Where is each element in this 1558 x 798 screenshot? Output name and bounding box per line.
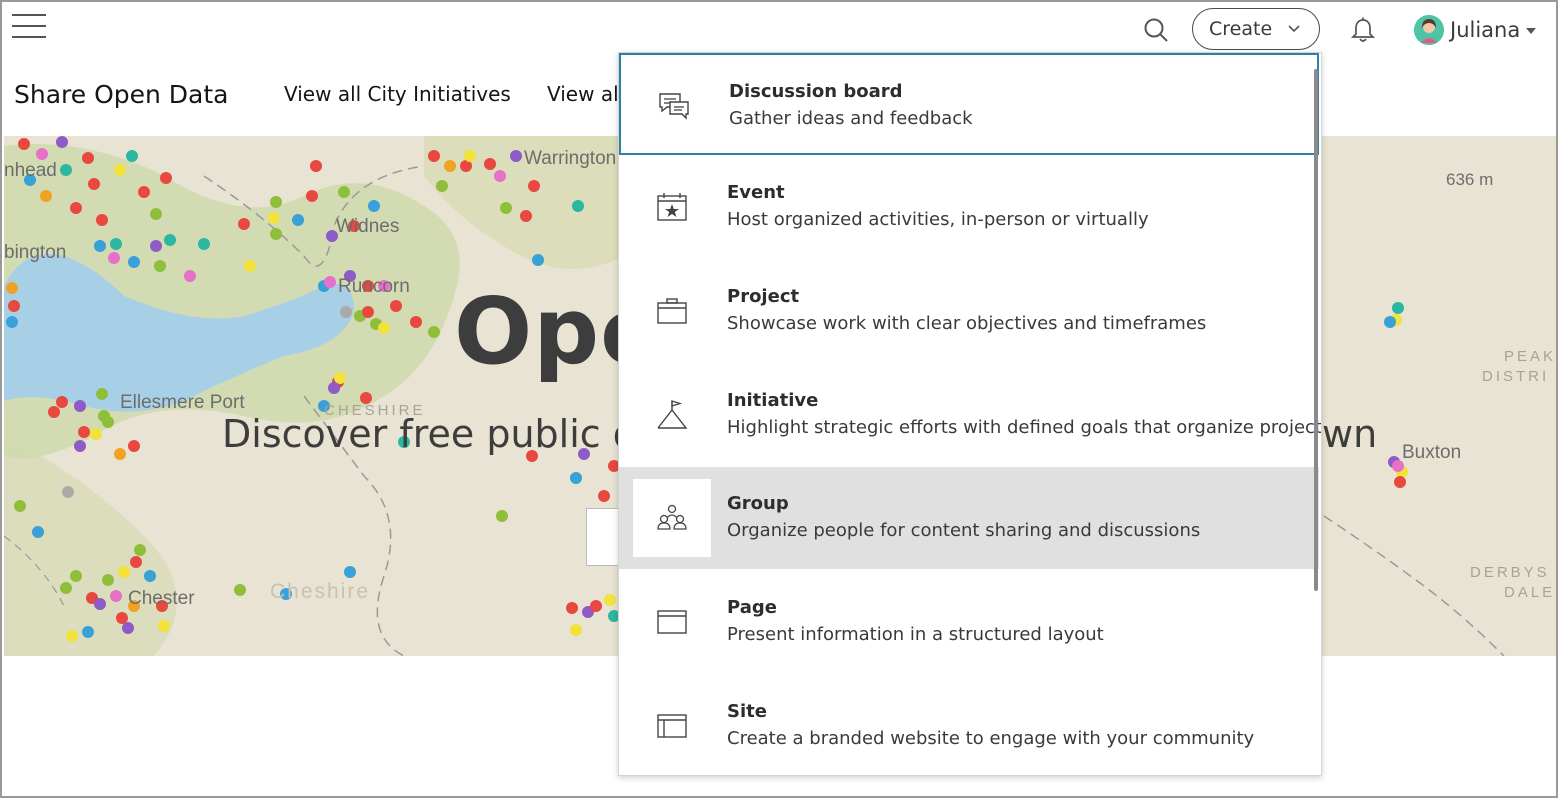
menu-item-site[interactable]: Site Create a branded website to engage … xyxy=(619,675,1319,775)
menu-item-description: Gather ideas and feedback xyxy=(729,108,973,129)
user-menu[interactable]: Juliana xyxy=(1414,14,1537,46)
create-dropdown-menu: Discussion board Gather ideas and feedba… xyxy=(618,52,1322,776)
menu-item-description: Highlight strategic efforts with defined… xyxy=(727,417,1322,438)
map-label: DALE xyxy=(1504,584,1556,601)
dropdown-scrollbar[interactable] xyxy=(1314,69,1318,591)
menu-item-page[interactable]: Page Present information in a structured… xyxy=(619,571,1319,673)
map-label: Widnes xyxy=(336,216,400,237)
map-label: PEAK xyxy=(1504,348,1557,365)
map-label: Cheshire xyxy=(270,580,371,603)
caret-down-icon xyxy=(1526,28,1537,34)
discussion-icon xyxy=(635,67,713,145)
menu-item-description: Organize people for content sharing and … xyxy=(727,520,1201,541)
map-label: Buxton xyxy=(1402,442,1462,463)
map-label: DERBYS xyxy=(1470,564,1550,581)
nav-link-city-initiatives[interactable]: View all City Initiatives xyxy=(284,82,511,106)
create-button-label: Create xyxy=(1209,18,1273,40)
site-title[interactable]: Share Open Data xyxy=(14,80,229,109)
menu-item-description: Showcase work with clear objectives and … xyxy=(727,313,1207,334)
group-people-icon xyxy=(633,479,711,557)
user-name: Juliana xyxy=(1450,18,1521,42)
briefcase-icon xyxy=(633,272,711,350)
map-label: Warrington xyxy=(524,148,617,169)
menu-item-label: Event xyxy=(727,182,785,203)
menu-item-label: Group xyxy=(727,493,789,514)
menu-item-label: Site xyxy=(727,701,767,722)
hero-subtitle-end: wn xyxy=(1322,412,1378,456)
map-label: DISTRI xyxy=(1482,368,1550,385)
menu-item-description: Present information in a structured layo… xyxy=(727,624,1104,645)
site-layout-icon xyxy=(633,687,711,765)
map-label: 636 m xyxy=(1446,170,1494,189)
menu-item-event[interactable]: Event Host organized activities, in-pers… xyxy=(619,156,1319,258)
menu-item-label: Discussion board xyxy=(729,81,903,102)
menu-item-label: Page xyxy=(727,597,777,618)
nav-link-view-all[interactable]: View all xyxy=(547,82,624,106)
create-button[interactable]: Create xyxy=(1192,8,1320,50)
chevron-down-icon xyxy=(1288,25,1300,33)
avatar xyxy=(1414,15,1444,45)
search-icon[interactable] xyxy=(1142,16,1170,44)
map-label: Runcorn xyxy=(338,276,410,297)
menu-item-discussion-board[interactable]: Discussion board Gather ideas and feedba… xyxy=(619,53,1319,155)
menu-item-group[interactable]: Group Organize people for content sharin… xyxy=(619,467,1319,569)
menu-item-initiative[interactable]: Initiative Highlight strategic efforts w… xyxy=(619,364,1322,466)
menu-item-description: Host organized activities, in-person or … xyxy=(727,209,1149,230)
app-frame: Create Juliana Share Open Data View all … xyxy=(0,0,1558,798)
flag-mountain-icon xyxy=(633,376,711,454)
hero-subtitle: Discover free public d xyxy=(222,412,637,456)
hamburger-menu-icon[interactable] xyxy=(12,14,46,42)
menu-item-label: Initiative xyxy=(727,390,819,411)
map-label: nhead xyxy=(4,160,57,181)
menu-item-description: Create a branded website to engage with … xyxy=(727,728,1255,749)
menu-item-label: Project xyxy=(727,286,800,307)
map-label: bington xyxy=(4,242,67,263)
notification-bell-icon[interactable] xyxy=(1350,16,1376,44)
event-calendar-icon xyxy=(633,168,711,246)
page-layout-icon xyxy=(633,583,711,661)
map-label: Ellesmere Port xyxy=(120,392,245,413)
map-label: Chester xyxy=(128,588,195,609)
menu-item-project[interactable]: Project Showcase work with clear objecti… xyxy=(619,260,1319,362)
